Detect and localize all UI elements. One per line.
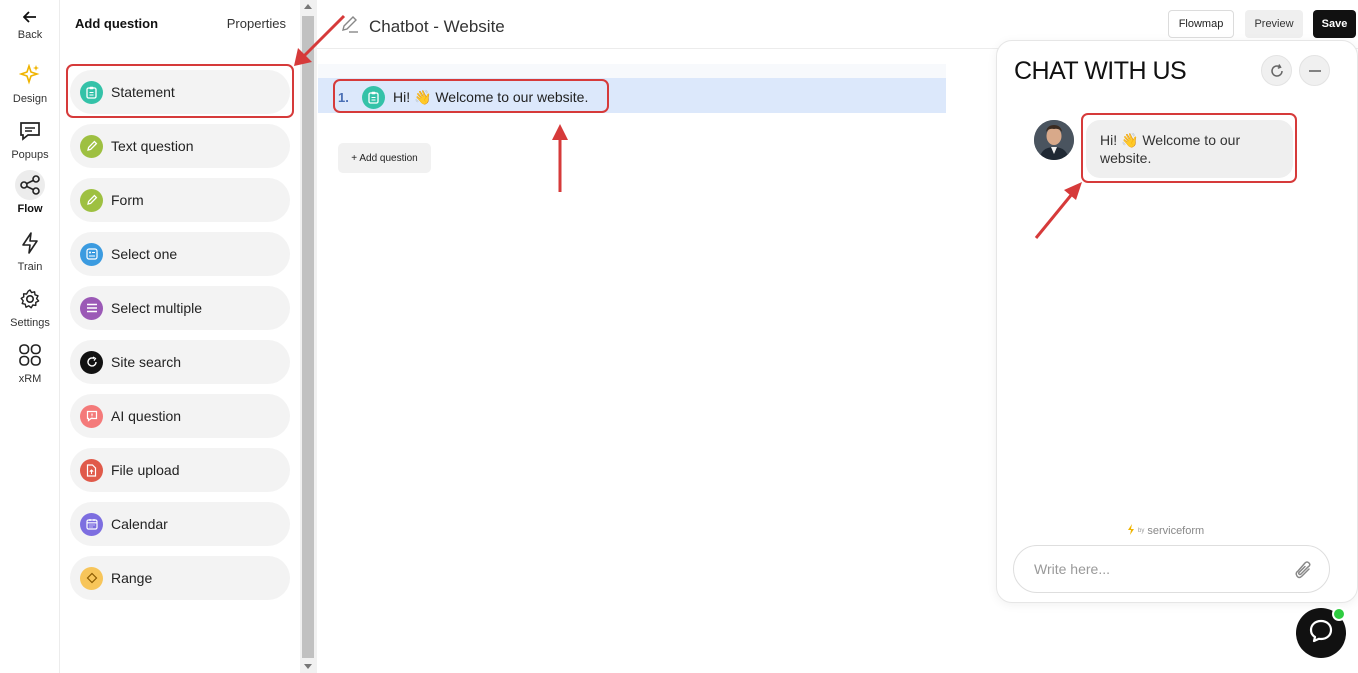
powered-by-branding[interactable]: by serviceform — [1127, 524, 1204, 538]
question-type-label: Site search — [111, 354, 182, 370]
page-title[interactable]: Chatbot - Website — [369, 17, 505, 37]
grid-icon — [15, 340, 45, 370]
question-text: Hi! 👋 Welcome to our website. — [393, 89, 589, 105]
annotation-arrow-question-row — [552, 124, 568, 192]
minimize-icon[interactable] — [1299, 55, 1330, 86]
scroll-thumb[interactable] — [302, 16, 314, 658]
rail-label-design: Design — [12, 93, 48, 105]
chat-input-field[interactable] — [1013, 545, 1330, 593]
question-type-site-search[interactable]: Site search — [70, 340, 290, 384]
select-one-icon — [80, 242, 103, 266]
pencil-icon — [80, 134, 103, 158]
question-type-file-upload[interactable]: File upload — [70, 448, 290, 492]
question-type-ai-question[interactable]: AI question — [70, 394, 290, 438]
clipboard-icon — [362, 86, 385, 109]
rail-label-train: Train — [17, 261, 43, 273]
rail-label-settings: Settings — [10, 317, 50, 329]
refresh-icon[interactable] — [1261, 55, 1292, 86]
rail-label-flow: Flow — [17, 203, 43, 215]
back-label: Back — [17, 29, 43, 41]
question-row-top — [318, 64, 946, 78]
rail-item-train[interactable]: Train — [0, 228, 60, 273]
arrow-left-icon — [15, 8, 45, 26]
lightning-icon — [1127, 524, 1135, 538]
branding-name: serviceform — [1147, 525, 1205, 537]
question-type-range[interactable]: Range — [70, 556, 290, 600]
chat-title: CHAT WITH US — [1014, 57, 1187, 85]
chat-preview-widget: CHAT WITH US Hi! 👋 Welcome to our websit… — [996, 40, 1358, 603]
sparkles-icon — [15, 60, 45, 90]
tab-add-question[interactable]: Add question — [75, 16, 158, 31]
pencil-icon — [80, 188, 103, 212]
branding-by: by — [1138, 528, 1145, 534]
rail-item-design[interactable]: Design — [0, 60, 60, 105]
question-type-select-one[interactable]: Select one — [70, 232, 290, 276]
question-type-label: Text question — [111, 138, 194, 154]
preview-button[interactable]: Preview — [1245, 10, 1303, 38]
rail-label-popups: Popups — [11, 149, 49, 161]
avatar — [1034, 120, 1074, 160]
question-type-label: Calendar — [111, 516, 168, 532]
paperclip-icon[interactable] — [1293, 559, 1313, 586]
question-number: 1. — [338, 90, 349, 105]
chat-message-input[interactable] — [1034, 561, 1284, 577]
question-row-content[interactable]: 1. Hi! 👋 Welcome to our website. — [338, 86, 588, 109]
question-type-statement[interactable]: Statement — [70, 70, 290, 114]
back-button[interactable]: Back — [0, 8, 60, 41]
rail-item-flow[interactable]: Flow — [0, 170, 60, 215]
list-icon — [80, 296, 103, 320]
rail-label-xrm: xRM — [18, 373, 42, 385]
question-type-label: File upload — [111, 462, 180, 478]
page-title-group: Chatbot - Website — [340, 14, 505, 39]
question-type-label: Form — [111, 192, 144, 208]
calendar-icon — [80, 512, 103, 536]
question-type-select-multiple[interactable]: Select multiple — [70, 286, 290, 330]
ai-chat-icon — [80, 404, 103, 428]
left-rail: Back Design Popups Flow Train Settings x… — [0, 0, 60, 673]
question-type-label: Statement — [111, 84, 175, 100]
save-button[interactable]: Save — [1313, 10, 1356, 38]
clipboard-icon — [80, 80, 103, 104]
lightning-icon — [15, 228, 45, 258]
gear-icon — [15, 284, 45, 314]
online-status-dot — [1332, 607, 1346, 621]
panel-scrollbar[interactable] — [300, 0, 317, 673]
question-type-label: AI question — [111, 408, 182, 424]
question-type-label: Range — [111, 570, 153, 586]
diamond-icon — [80, 566, 103, 590]
panel-tabs: Add question Properties — [60, 0, 300, 48]
rail-item-settings[interactable]: Settings — [0, 284, 60, 329]
scroll-down-arrow-icon[interactable] — [304, 664, 312, 669]
question-panel: Add question Properties Statement Text q… — [60, 0, 300, 673]
add-question-button[interactable]: + Add question — [338, 143, 431, 173]
rail-item-xrm[interactable]: xRM — [0, 340, 60, 385]
chat-message-bubble: Hi! 👋 Welcome to our website. — [1086, 120, 1293, 178]
question-type-label: Select multiple — [111, 300, 203, 316]
file-upload-icon — [80, 458, 103, 482]
scroll-up-arrow-icon[interactable] — [304, 4, 312, 9]
message-icon — [15, 116, 45, 146]
refresh-search-icon — [80, 350, 103, 374]
edit-pencil-icon[interactable] — [340, 14, 360, 39]
tab-properties[interactable]: Properties — [227, 16, 286, 31]
flowmap-button[interactable]: Flowmap — [1168, 10, 1234, 38]
rail-item-popups[interactable]: Popups — [0, 116, 60, 161]
question-type-form[interactable]: Form — [70, 178, 290, 222]
chat-bubble-icon — [1308, 618, 1334, 649]
share-nodes-icon — [15, 170, 45, 200]
question-type-label: Select one — [111, 246, 178, 262]
question-type-calendar[interactable]: Calendar — [70, 502, 290, 546]
question-type-text-question[interactable]: Text question — [70, 124, 290, 168]
